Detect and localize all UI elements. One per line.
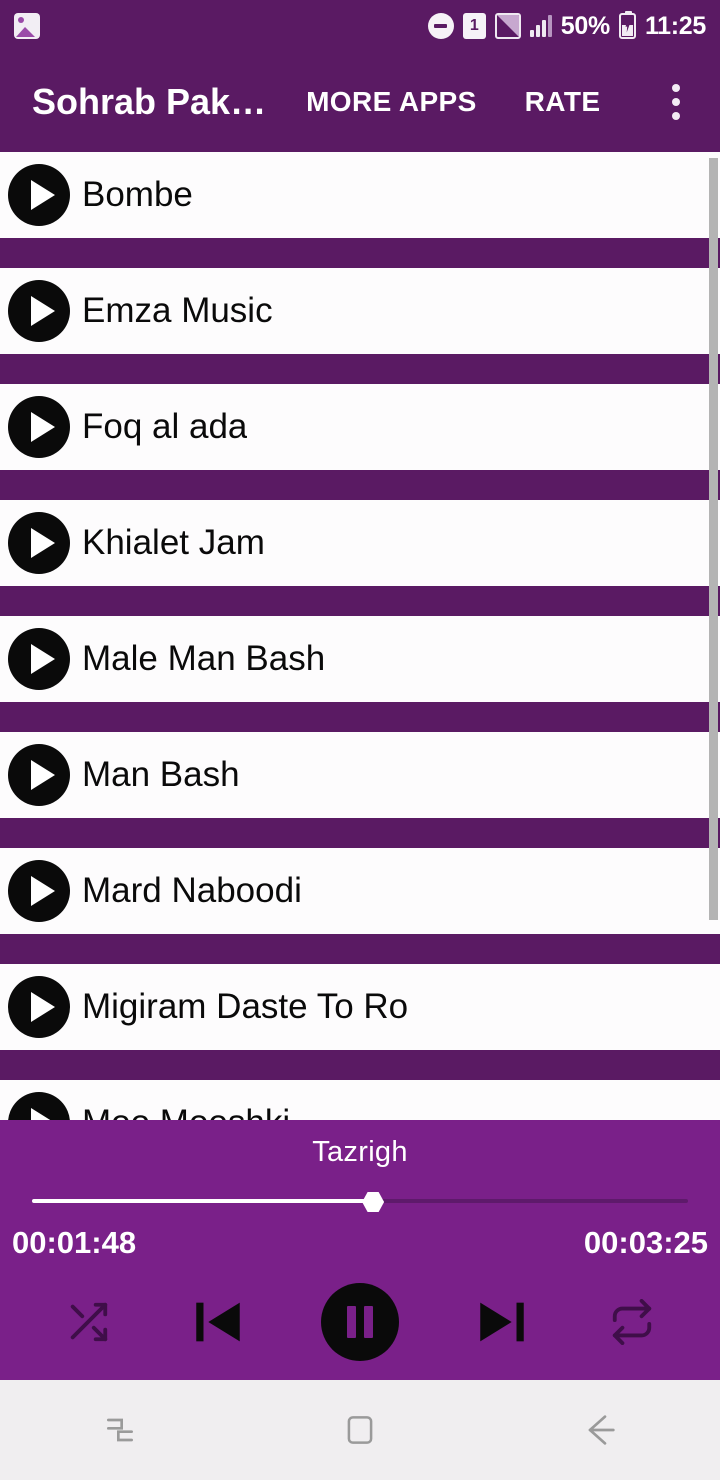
- pause-button[interactable]: [321, 1283, 399, 1361]
- list-item[interactable]: Bombe: [0, 152, 720, 238]
- song-list[interactable]: Bombe Emza Music Foq al ada Khialet Jam Male…: [0, 152, 720, 1120]
- play-icon[interactable]: [8, 396, 70, 458]
- play-icon[interactable]: [8, 976, 70, 1038]
- home-button[interactable]: [305, 1394, 415, 1466]
- seek-bar[interactable]: [32, 1191, 688, 1212]
- list-item[interactable]: Mard Naboodi: [0, 848, 720, 934]
- song-title: Male Man Bash: [82, 639, 326, 678]
- list-item[interactable]: Migiram Daste To Ro: [0, 964, 720, 1050]
- now-playing-title: Tazrigh: [312, 1136, 408, 1168]
- list-separator: [0, 586, 720, 616]
- play-icon[interactable]: [8, 860, 70, 922]
- battery-icon: [618, 11, 636, 39]
- list-scrollbar[interactable]: [709, 158, 718, 920]
- list-item[interactable]: Foq al ada: [0, 384, 720, 470]
- status-bar-left: [14, 13, 40, 39]
- rate-button[interactable]: RATE: [525, 86, 601, 118]
- more-apps-button[interactable]: MORE APPS: [306, 86, 477, 118]
- overflow-menu-icon[interactable]: [666, 76, 686, 128]
- time-row: 00:01:48 00:03:25: [0, 1211, 720, 1261]
- list-separator: [0, 354, 720, 384]
- play-icon[interactable]: [8, 1092, 70, 1120]
- duration-label: 00:03:25: [583, 1225, 708, 1260]
- page-title: Sohrab Pak…: [32, 81, 267, 122]
- list-item[interactable]: Moo Mooshki: [0, 1080, 720, 1120]
- song-title: Foq al ada: [82, 407, 248, 446]
- list-separator: [0, 1050, 720, 1080]
- song-title: Mard Naboodi: [82, 871, 302, 910]
- song-title: Khialet Jam: [82, 523, 265, 562]
- list-item[interactable]: Male Man Bash: [0, 616, 720, 702]
- song-title: Migiram Daste To Ro: [82, 987, 409, 1026]
- song-title: Emza Music: [82, 291, 273, 330]
- clock-label: 11:25: [644, 11, 706, 40]
- signal-box-icon: [494, 13, 521, 39]
- back-button[interactable]: [545, 1394, 655, 1466]
- list-item[interactable]: Khialet Jam: [0, 500, 720, 586]
- list-item[interactable]: Man Bash: [0, 732, 720, 818]
- next-button[interactable]: [473, 1291, 531, 1353]
- status-bar-right: 1 50% 11:25: [427, 11, 706, 41]
- song-title: Moo Mooshki: [82, 1103, 290, 1120]
- elapsed-time-label: 00:01:48: [12, 1225, 137, 1260]
- list-separator: [0, 818, 720, 848]
- recents-button[interactable]: [65, 1394, 175, 1466]
- play-icon[interactable]: [8, 280, 70, 342]
- shuffle-button[interactable]: [61, 1299, 115, 1345]
- repeat-button[interactable]: [605, 1299, 659, 1345]
- play-icon[interactable]: [8, 744, 70, 806]
- battery-percent-label: 50%: [560, 11, 610, 40]
- signal-bars-icon: [529, 15, 552, 37]
- list-item[interactable]: Emza Music: [0, 268, 720, 354]
- player-bar: Tazrigh 00:01:48 00:03:25: [0, 1120, 720, 1380]
- app-bar: Sohrab Pak… MORE APPS RATE: [0, 52, 720, 152]
- play-icon[interactable]: [8, 628, 70, 690]
- song-title: Bombe: [82, 175, 193, 214]
- player-controls: [0, 1283, 720, 1361]
- list-separator: [0, 238, 720, 268]
- list-separator: [0, 702, 720, 732]
- list-separator: [0, 470, 720, 500]
- song-title: Man Bash: [82, 755, 240, 794]
- list-separator: [0, 934, 720, 964]
- do-not-disturb-icon: [427, 13, 454, 39]
- photo-notification-icon: [14, 13, 40, 39]
- status-bar: 1 50% 11:25: [0, 0, 720, 52]
- seek-progress: [32, 1199, 374, 1203]
- previous-button[interactable]: [189, 1291, 247, 1353]
- play-icon[interactable]: [8, 164, 70, 226]
- android-nav-bar: [0, 1380, 720, 1480]
- phone-screen: 1 50% 11:25 Sohrab Pak… MORE APPS RATE B…: [0, 0, 720, 1480]
- seek-thumb[interactable]: [362, 1192, 385, 1212]
- sim-card-icon: 1: [462, 13, 486, 39]
- play-icon[interactable]: [8, 512, 70, 574]
